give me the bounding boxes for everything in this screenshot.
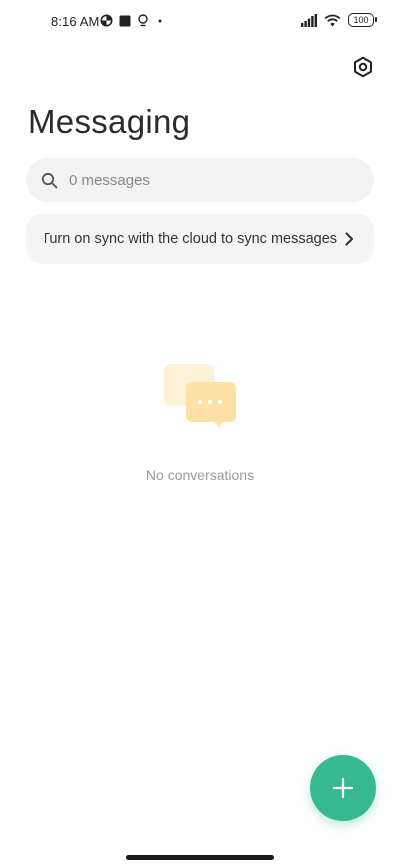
empty-conversations-illustration-icon (162, 362, 238, 430)
search-bar[interactable] (26, 158, 374, 202)
new-message-button[interactable] (310, 755, 376, 821)
page-title: Messaging (28, 103, 191, 140)
empty-state-text: No conversations (145, 467, 255, 483)
square-icon (119, 15, 131, 27)
sync-banner[interactable]: Turn on sync with the cloud to sync mess… (26, 214, 374, 264)
home-indicator[interactable] (126, 855, 274, 860)
chevron-right-icon (345, 232, 354, 246)
status-bar: 8:16 AM 100 (0, 0, 400, 44)
battery-icon: 100 (348, 13, 377, 27)
search-input[interactable] (67, 170, 331, 190)
signal-icon (301, 13, 317, 27)
search-icon (41, 172, 58, 189)
data-saver-icon (100, 14, 113, 27)
wifi-icon (324, 14, 341, 27)
settings-button[interactable] (352, 56, 374, 78)
status-right-icons: 100 (301, 13, 377, 27)
bulb-icon (137, 14, 149, 27)
status-time: 8:16 AM (51, 14, 100, 29)
status-left-icons (100, 14, 162, 27)
plus-icon (332, 777, 354, 799)
dot-icon (158, 19, 162, 23)
settings-icon (354, 56, 372, 78)
sync-banner-text: Turn on sync with the cloud to sync mess… (45, 231, 337, 247)
